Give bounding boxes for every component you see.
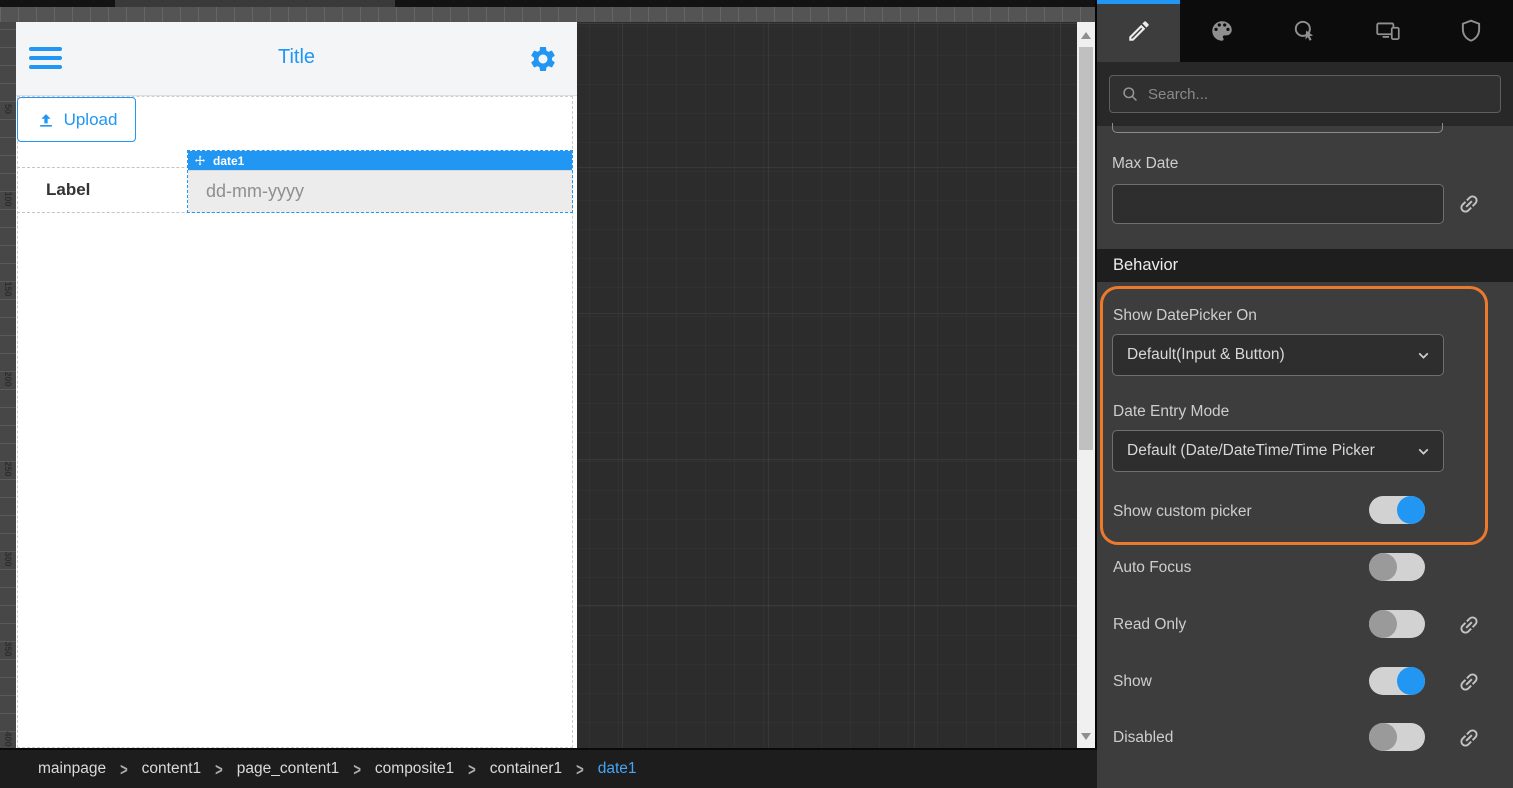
breadcrumb-item-composite1[interactable]: composite1	[375, 760, 454, 778]
ruler-label: 350	[3, 636, 13, 662]
upload-button-label: Upload	[64, 110, 118, 130]
page-title: Title	[16, 46, 577, 69]
search-input[interactable]	[1148, 86, 1488, 103]
chevron-down-icon	[1415, 443, 1432, 460]
pencil-icon	[1126, 18, 1152, 44]
breadcrumb-item-content1[interactable]: content1	[142, 760, 201, 778]
inspector-icon	[1292, 18, 1318, 44]
auto-focus-label: Auto Focus	[1113, 559, 1191, 577]
chevron-right-icon: >	[215, 759, 223, 779]
tab-markup[interactable]	[1097, 0, 1180, 62]
move-icon	[194, 155, 206, 167]
selected-date-widget[interactable]: date1 dd-mm-yyyy	[187, 150, 573, 213]
vertical-ruler: 50 100 150 200 250 300 350 400	[0, 22, 16, 750]
search-icon	[1122, 86, 1139, 103]
max-date-label: Max Date	[1112, 155, 1178, 173]
chevron-right-icon: >	[120, 759, 128, 779]
breadcrumb-item-mainpage[interactable]: mainpage	[38, 760, 106, 778]
top-strip	[0, 0, 1097, 7]
toggle-knob	[1369, 610, 1397, 638]
disabled-toggle[interactable]	[1369, 723, 1425, 751]
max-date-input[interactable]	[1112, 184, 1444, 224]
breadcrumb: mainpage > content1 > page_content1 > co…	[0, 750, 1097, 788]
settings-gear-icon[interactable]	[528, 44, 558, 74]
read-only-label: Read Only	[1113, 616, 1186, 634]
show-datepicker-on-label: Show DatePicker On	[1113, 307, 1257, 325]
top-strip-segment	[115, 0, 395, 7]
tab-inspect[interactable]	[1263, 0, 1346, 62]
search-box[interactable]	[1109, 75, 1501, 113]
toggle-knob	[1369, 723, 1397, 751]
ruler-label: 200	[3, 366, 13, 392]
panel-tabbar	[1097, 0, 1513, 62]
ruler-label: 250	[3, 456, 13, 482]
date-entry-mode-value: Default (Date/DateTime/Time Picker	[1113, 431, 1443, 471]
breadcrumb-item-container1[interactable]: container1	[490, 760, 562, 778]
chevron-right-icon: >	[576, 759, 584, 779]
upload-button[interactable]: Upload	[17, 97, 136, 142]
chevron-right-icon: >	[353, 759, 361, 779]
ruler-label: 100	[3, 186, 13, 212]
show-label: Show	[1113, 673, 1152, 691]
scroll-down-arrow-icon[interactable]	[1081, 733, 1091, 740]
chevron-down-icon	[1415, 347, 1432, 364]
canvas-scrollbar[interactable]	[1077, 22, 1095, 750]
palette-icon	[1209, 18, 1235, 44]
breadcrumb-item-date1[interactable]: date1	[598, 760, 637, 778]
toggle-knob	[1397, 667, 1425, 695]
widget-name: date1	[213, 154, 244, 168]
breadcrumb-item-page-content1[interactable]: page_content1	[237, 760, 340, 778]
bind-link-icon[interactable]	[1457, 670, 1481, 694]
behavior-section-header: Behavior	[1097, 249, 1513, 282]
scrolled-input-edge	[1112, 123, 1443, 133]
phone-canvas[interactable]: Title Upload Label date1 dd-mm-yyyy	[16, 22, 577, 750]
toggle-knob	[1369, 553, 1397, 581]
date-input-field[interactable]: dd-mm-yyyy	[188, 170, 572, 212]
horizontal-ruler	[0, 7, 1095, 22]
ruler-label: 50	[3, 96, 13, 122]
disabled-label: Disabled	[1113, 729, 1173, 747]
bind-link-icon[interactable]	[1457, 613, 1481, 637]
read-only-toggle[interactable]	[1369, 610, 1425, 638]
show-datepicker-on-select[interactable]: Default(Input & Button)	[1112, 334, 1444, 376]
properties-panel: Max Date Behavior Show DatePicker On Def…	[1097, 0, 1513, 788]
ruler-label: 300	[3, 546, 13, 572]
upload-icon	[36, 110, 56, 130]
auto-focus-toggle[interactable]	[1369, 553, 1425, 581]
show-custom-picker-toggle[interactable]	[1369, 496, 1425, 524]
chevron-right-icon: >	[468, 759, 476, 779]
bind-link-icon[interactable]	[1457, 726, 1481, 750]
widget-selection-tag[interactable]: date1	[188, 151, 572, 170]
properties-list: Max Date Behavior Show DatePicker On Def…	[1097, 126, 1513, 788]
devices-icon	[1374, 18, 1402, 44]
ruler-label: 150	[3, 276, 13, 302]
shield-icon	[1458, 18, 1484, 44]
tab-device-preview[interactable]	[1347, 0, 1430, 62]
show-custom-picker-label: Show custom picker	[1113, 503, 1252, 521]
show-datepicker-on-value: Default(Input & Button)	[1113, 335, 1443, 375]
bind-link-icon[interactable]	[1457, 192, 1481, 216]
date-entry-mode-label: Date Entry Mode	[1113, 403, 1229, 421]
scroll-up-arrow-icon[interactable]	[1081, 32, 1091, 39]
toggle-knob	[1397, 496, 1425, 524]
show-toggle[interactable]	[1369, 667, 1425, 695]
scrollbar-thumb[interactable]	[1079, 47, 1093, 450]
phone-header: Title	[16, 22, 577, 96]
search-section	[1097, 62, 1513, 126]
app-designer: 50 100 150 200 250 300 350 400 Title Upl…	[0, 0, 1513, 788]
date-entry-mode-select[interactable]: Default (Date/DateTime/Time Picker	[1112, 430, 1444, 472]
tab-styles[interactable]	[1180, 0, 1263, 62]
tab-security[interactable]	[1430, 0, 1513, 62]
